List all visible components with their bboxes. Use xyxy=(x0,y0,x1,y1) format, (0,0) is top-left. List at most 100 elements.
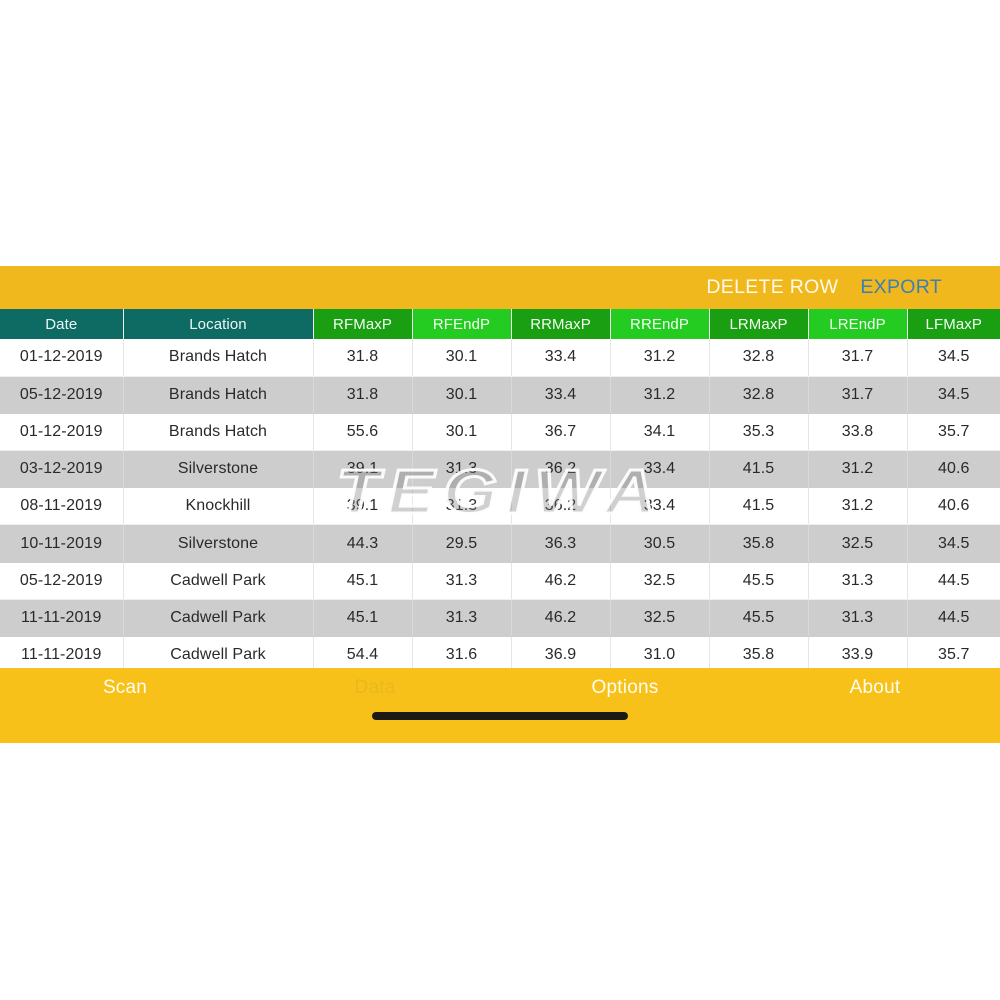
cell-value: 36.2 xyxy=(511,450,611,489)
column-header-lrendp[interactable]: LREndP xyxy=(808,309,908,339)
column-header-lfmaxp[interactable]: LFMaxP xyxy=(907,309,1000,339)
cell-value: 31.8 xyxy=(313,376,413,414)
cell-value: 34.5 xyxy=(907,376,1000,414)
cell-value: 35.8 xyxy=(709,524,809,563)
cell-value: 40.6 xyxy=(907,487,1000,526)
tab-options[interactable]: Options xyxy=(500,668,750,708)
cell-value: 30.5 xyxy=(610,524,710,563)
cell-value: 45.1 xyxy=(313,562,413,600)
cell-value: 45.5 xyxy=(709,562,809,600)
cell-value: 36.7 xyxy=(511,413,611,452)
cell-date: 03-12-2019 xyxy=(0,450,124,489)
cell-value: 35.7 xyxy=(907,413,1000,452)
cell-value: 44.5 xyxy=(907,599,1000,638)
screenshot-canvas: DELETE ROW EXPORT Date Location RFMaxP R… xyxy=(0,0,1000,1000)
cell-location: Knockhill xyxy=(123,487,314,526)
tyre-pressure-table: Date Location RFMaxP RFEndP RRMaxP RREnd… xyxy=(0,309,1000,675)
cell-value: 39.1 xyxy=(313,450,413,489)
cell-date: 01-12-2019 xyxy=(0,339,124,377)
cell-value: 31.2 xyxy=(610,339,710,377)
cell-value: 34.1 xyxy=(610,413,710,452)
cell-location: Brands Hatch xyxy=(123,413,314,452)
cell-date: 10-11-2019 xyxy=(0,524,124,563)
cell-value: 31.3 xyxy=(412,599,512,638)
cell-value: 40.6 xyxy=(907,450,1000,489)
cell-value: 31.3 xyxy=(412,450,512,489)
column-header-lrmaxp[interactable]: LRMaxP xyxy=(709,309,809,339)
table-header: Date Location RFMaxP RFEndP RRMaxP RREnd… xyxy=(0,309,1000,339)
delete-row-button[interactable]: DELETE ROW xyxy=(704,276,840,300)
action-bar: DELETE ROW EXPORT xyxy=(0,266,1000,309)
table-row[interactable]: 08-11-2019 Knockhill 39.1 31.3 36.2 33.4 41.5 3… xyxy=(0,487,1000,526)
column-header-rfendp[interactable]: RFEndP xyxy=(412,309,512,339)
cell-date: 01-12-2019 xyxy=(0,413,124,452)
cell-value: 31.2 xyxy=(808,450,908,489)
cell-value: 33.4 xyxy=(610,450,710,489)
cell-value: 45.1 xyxy=(313,599,413,638)
home-indicator xyxy=(372,712,628,720)
cell-location: Silverstone xyxy=(123,450,314,489)
cell-value: 55.6 xyxy=(313,413,413,452)
table-row[interactable]: 01-12-2019 Brands Hatch 31.8 30.1 33.4 31.2 32… xyxy=(0,339,1000,377)
cell-location: Cadwell Park xyxy=(123,599,314,638)
column-header-date[interactable]: Date xyxy=(0,309,124,339)
table-body: 01-12-2019 Brands Hatch 31.8 30.1 33.4 31.2 32… xyxy=(0,339,1000,675)
cell-date: 05-12-2019 xyxy=(0,562,124,600)
cell-value: 31.3 xyxy=(808,562,908,600)
column-header-location[interactable]: Location xyxy=(123,309,314,339)
cell-location: Silverstone xyxy=(123,524,314,563)
cell-value: 46.2 xyxy=(511,599,611,638)
cell-value: 31.8 xyxy=(313,339,413,377)
cell-value: 30.1 xyxy=(412,376,512,414)
table-row[interactable]: 10-11-2019 Silverstone 44.3 29.5 36.3 30.5 35.… xyxy=(0,524,1000,563)
cell-value: 36.2 xyxy=(511,487,611,526)
cell-value: 41.5 xyxy=(709,487,809,526)
app-screen: DELETE ROW EXPORT Date Location RFMaxP R… xyxy=(0,266,1000,743)
cell-value: 32.5 xyxy=(808,524,908,563)
cell-value: 31.3 xyxy=(412,487,512,526)
tab-data[interactable]: Data xyxy=(250,668,500,708)
tab-about[interactable]: About xyxy=(750,668,1000,708)
table-row[interactable]: 01-12-2019 Brands Hatch 55.6 30.1 36.7 34.1 35… xyxy=(0,413,1000,452)
cell-value: 31.7 xyxy=(808,339,908,377)
cell-value: 31.7 xyxy=(808,376,908,414)
column-header-rrmaxp[interactable]: RRMaxP xyxy=(511,309,611,339)
cell-value: 33.4 xyxy=(511,376,611,414)
cell-value: 45.5 xyxy=(709,599,809,638)
cell-date: 11-11-2019 xyxy=(0,599,124,638)
cell-value: 44.3 xyxy=(313,524,413,563)
cell-value: 39.1 xyxy=(313,487,413,526)
cell-location: Brands Hatch xyxy=(123,376,314,414)
table-row[interactable]: 03-12-2019 Silverstone 39.1 31.3 36.2 33.4 41.… xyxy=(0,450,1000,489)
cell-value: 31.2 xyxy=(610,376,710,414)
cell-value: 34.5 xyxy=(907,339,1000,377)
cell-value: 30.1 xyxy=(412,413,512,452)
cell-value: 31.3 xyxy=(412,562,512,600)
export-button[interactable]: EXPORT xyxy=(858,276,944,300)
cell-value: 31.3 xyxy=(808,599,908,638)
table-header-row: Date Location RFMaxP RFEndP RRMaxP RREnd… xyxy=(0,309,1000,339)
cell-value: 31.2 xyxy=(808,487,908,526)
cell-value: 32.5 xyxy=(610,562,710,600)
column-header-rrendp[interactable]: RREndP xyxy=(610,309,710,339)
cell-value: 33.4 xyxy=(610,487,710,526)
cell-value: 41.5 xyxy=(709,450,809,489)
cell-date: 05-12-2019 xyxy=(0,376,124,414)
cell-value: 34.5 xyxy=(907,524,1000,563)
cell-value: 33.4 xyxy=(511,339,611,377)
cell-value: 32.8 xyxy=(709,376,809,414)
table-row[interactable]: 05-12-2019 Brands Hatch 31.8 30.1 33.4 31.2 32… xyxy=(0,376,1000,414)
column-header-rfmaxp[interactable]: RFMaxP xyxy=(313,309,413,339)
cell-value: 32.8 xyxy=(709,339,809,377)
cell-value: 30.1 xyxy=(412,339,512,377)
cell-location: Cadwell Park xyxy=(123,562,314,600)
cell-value: 36.3 xyxy=(511,524,611,563)
table-row[interactable]: 05-12-2019 Cadwell Park 45.1 31.3 46.2 32.5 45… xyxy=(0,562,1000,600)
cell-value: 32.5 xyxy=(610,599,710,638)
cell-value: 29.5 xyxy=(412,524,512,563)
bottom-tab-bar: Scan Data Options About xyxy=(0,668,1000,743)
tab-scan[interactable]: Scan xyxy=(0,668,250,708)
table-row[interactable]: 11-11-2019 Cadwell Park 45.1 31.3 46.2 32.5 45… xyxy=(0,599,1000,638)
tab-row: Scan Data Options About xyxy=(0,668,1000,708)
cell-value: 33.8 xyxy=(808,413,908,452)
